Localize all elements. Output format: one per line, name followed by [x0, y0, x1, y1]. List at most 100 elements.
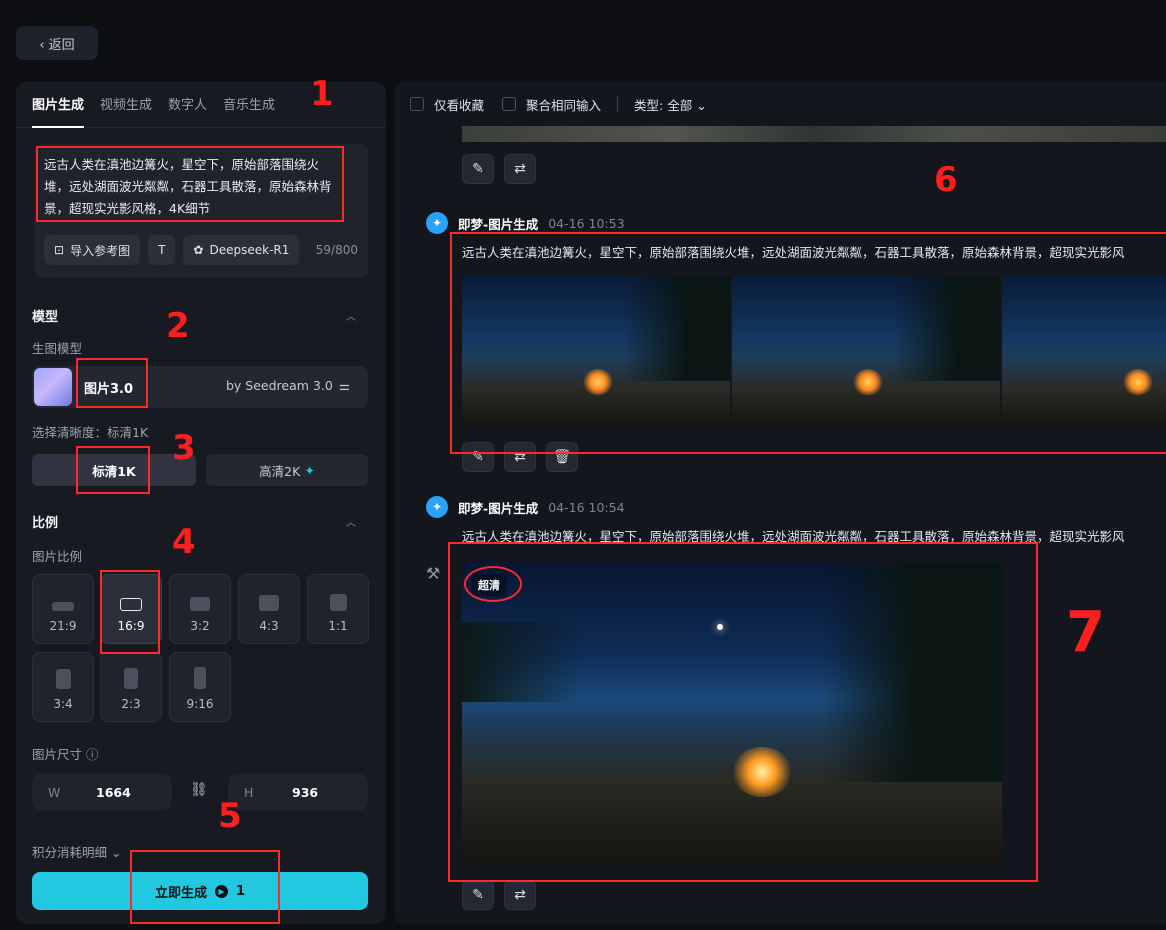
resolution-hd-label: 高清2K — [259, 463, 301, 479]
jimeng-logo-icon: ✦ — [426, 212, 448, 234]
repeat-icon: ⇄ — [514, 887, 526, 903]
annotation-box-resolution — [76, 446, 150, 494]
merge-label: 聚合相同输入 — [526, 97, 602, 113]
generation-time: 04-16 10:54 — [548, 499, 625, 515]
regenerate-button[interactable]: ⇄ — [504, 154, 536, 184]
pencil-icon: ✎ — [472, 887, 484, 903]
deepseek-button[interactable]: ✿ Deepseek-R1 — [183, 235, 300, 265]
generation-name: 即梦-图片生成 — [458, 500, 539, 516]
filter-bar: 仅看收藏 聚合相同输入 类型: 全部 ⌄ — [394, 82, 1166, 126]
height-key: H — [244, 784, 254, 800]
favorites-label: 仅看收藏 — [434, 97, 485, 113]
ratio-option[interactable]: 21:9 — [32, 574, 94, 644]
back-button-label: ‹ 返回 — [39, 37, 75, 53]
credits-detail[interactable]: 积分消耗明细 ⌄ — [32, 842, 121, 861]
ratio-label: 3:2 — [190, 619, 210, 633]
ratio-shape-icon — [55, 669, 71, 689]
chevron-up-icon[interactable]: ︿ — [346, 514, 356, 529]
width-field[interactable]: W 1664 — [32, 774, 172, 810]
tab-video[interactable]: 视频生成 — [100, 96, 152, 128]
image-import-icon: ⊡ — [54, 243, 65, 257]
annotation-number: 6 — [934, 160, 958, 200]
ratio-option[interactable]: 2:3 — [100, 652, 162, 722]
import-reference-label: 导入参考图 — [70, 243, 131, 258]
model-thumbnail — [34, 368, 72, 406]
edit-button[interactable]: ✎ — [462, 880, 494, 910]
annotation-number: 1 — [310, 74, 334, 114]
ratio-label: 1:1 — [328, 619, 348, 633]
edit-button[interactable]: ✎ — [462, 154, 494, 184]
previous-image-strip[interactable] — [462, 126, 1166, 142]
import-reference-button[interactable]: ⊡ 导入参考图 — [44, 235, 141, 265]
annotation-number: 3 — [172, 428, 196, 468]
text-tool-button[interactable]: T — [148, 235, 176, 265]
generation-header: ✦ 即梦-图片生成 04-16 10:53 — [426, 212, 625, 234]
tab-music[interactable]: 音乐生成 — [223, 96, 275, 128]
back-button[interactable]: ‹ 返回 — [16, 26, 98, 60]
prompt-toolbar: ⊡ 导入参考图 T ✿ Deepseek-R1 59/800 — [44, 234, 358, 266]
annotation-box-results — [450, 232, 1166, 454]
ratio-label: 9:16 — [186, 697, 214, 711]
height-field[interactable]: H 936 — [228, 774, 368, 810]
merge-checkbox[interactable] — [502, 97, 517, 111]
model-section-title: 模型 — [32, 310, 59, 325]
ratio-label: 21:9 — [49, 619, 77, 633]
generation-time: 04-16 10:53 — [548, 215, 625, 231]
type-filter-dropdown[interactable]: 类型: 全部 ⌄ — [634, 95, 707, 114]
width-key: W — [48, 784, 61, 800]
model-sub-label: 生图模型 — [32, 341, 83, 356]
ratio-shape-icon — [52, 602, 74, 611]
model-by-label: by Seedream 3.0 — [225, 378, 333, 393]
model-by: by Seedream 3.0 ⚌ — [226, 378, 350, 393]
ratio-label: 3:4 — [53, 697, 73, 711]
generation-name: 即梦-图片生成 — [458, 216, 539, 232]
tools-icon[interactable]: ⚒ — [426, 564, 440, 583]
regenerate-button[interactable]: ⇄ — [504, 880, 536, 910]
ratio-option[interactable]: 3:4 — [32, 652, 94, 722]
ratio-shape-icon — [194, 667, 206, 689]
sparkle-icon: ✦ — [304, 462, 315, 478]
ratio-option[interactable]: 1:1 — [307, 574, 369, 644]
ratio-sub-label: 图片比例 — [32, 549, 83, 564]
link-icon[interactable]: ⛓ — [190, 782, 208, 798]
tab-digital-human[interactable]: 数字人 — [168, 96, 207, 128]
favorites-checkbox[interactable] — [410, 97, 424, 111]
ratio-shape-icon — [259, 595, 279, 611]
ratio-shape-icon — [124, 668, 138, 689]
size-label: 图片尺寸 ⓘ — [32, 747, 99, 762]
deepseek-label: Deepseek-R1 — [209, 243, 290, 257]
settings-sliders-icon[interactable]: ⚌ — [339, 378, 350, 393]
ratio-section-title: 比例 — [32, 516, 59, 531]
chevron-up-icon[interactable]: ︿ — [346, 308, 356, 323]
ratio-label: 4:3 — [259, 619, 279, 633]
tab-image[interactable]: 图片生成 — [32, 96, 85, 128]
repeat-icon: ⇄ — [514, 161, 526, 177]
annotation-box-generate — [130, 850, 280, 924]
jimeng-logo-icon: ✦ — [426, 496, 448, 518]
annotation-oval-badge — [464, 566, 522, 602]
ratio-option[interactable]: 3:2 — [169, 574, 231, 644]
resolution-label: 选择清晰度：标清1K — [32, 425, 149, 440]
char-count: 59/800 — [315, 243, 358, 257]
ratio-option[interactable]: 9:16 — [169, 652, 231, 722]
annotation-box-model — [76, 358, 148, 408]
resolution-hd-button[interactable]: 高清2K ✦ — [206, 454, 368, 486]
ratio-shape-icon — [329, 594, 347, 611]
generation-header: ✦ 即梦-图片生成 04-16 10:54 — [426, 496, 625, 518]
ratio-option[interactable]: 4:3 — [238, 574, 300, 644]
deepseek-icon: ✿ — [193, 243, 204, 257]
pencil-icon: ✎ — [472, 161, 484, 177]
text-tool-label: T — [158, 243, 166, 257]
annotation-box-large-image — [448, 542, 1038, 882]
annotation-box-prompt — [36, 146, 344, 222]
annotation-number: 4 — [172, 522, 196, 562]
annotation-number: 2 — [166, 306, 190, 346]
annotation-box-ratio — [100, 570, 160, 654]
ratio-shape-icon — [190, 597, 210, 611]
ratio-label: 2:3 — [121, 697, 141, 711]
annotation-number: 5 — [218, 796, 242, 836]
height-value: 936 — [292, 784, 319, 800]
divider — [617, 96, 619, 112]
annotation-number: 7 — [1066, 600, 1105, 665]
width-value: 1664 — [96, 784, 131, 800]
